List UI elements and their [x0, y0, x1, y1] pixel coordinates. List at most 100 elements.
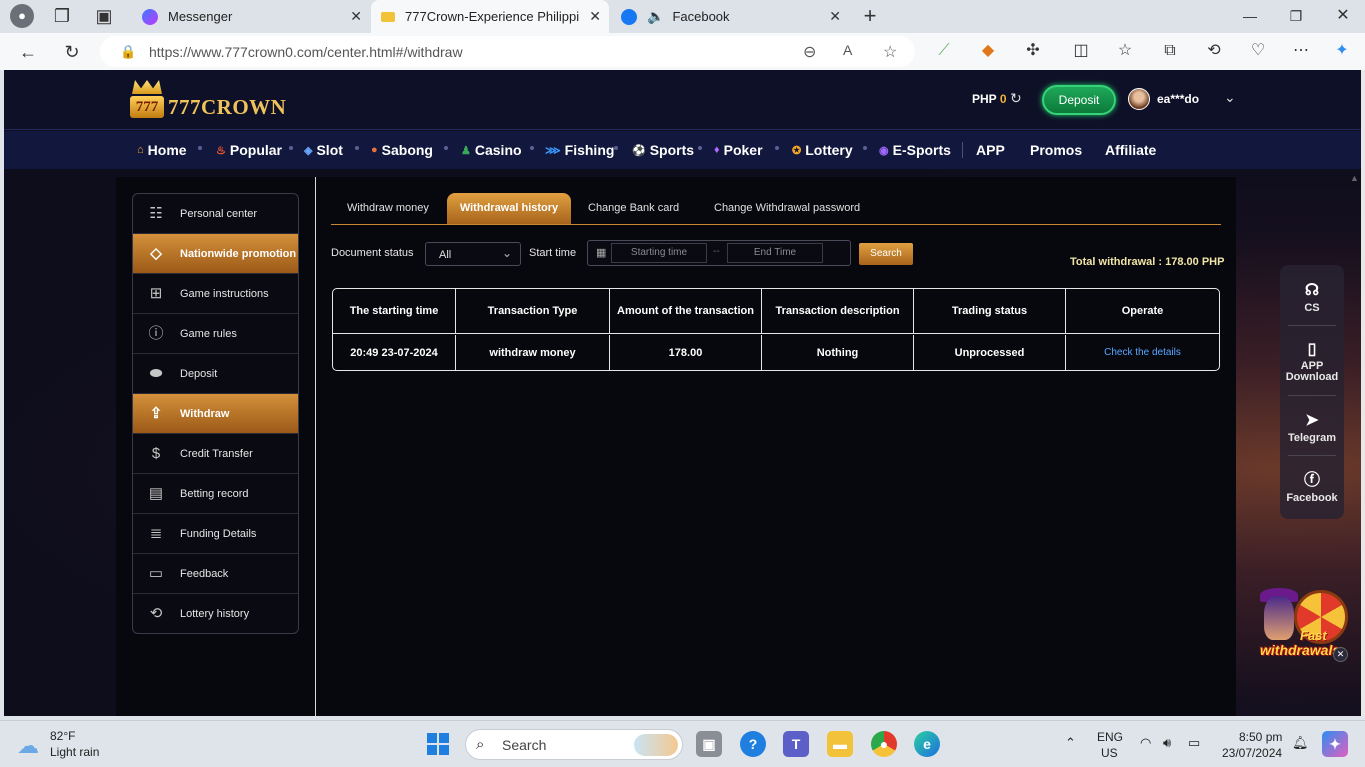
favorite-star-icon[interactable]: ☆: [883, 42, 897, 62]
refresh-icon[interactable]: ↻: [60, 40, 84, 64]
weather-description[interactable]: Light rain: [50, 745, 99, 759]
sidebar-item-game-rules[interactable]: ⓘ Game rules: [133, 314, 298, 354]
deposit-button[interactable]: Deposit: [1042, 85, 1116, 115]
weather-temperature[interactable]: 82°F: [50, 729, 75, 743]
sidebar-item-betting-record[interactable]: ▤ Betting record: [133, 474, 298, 514]
weather-cloud-icon[interactable]: ☁: [17, 733, 39, 759]
date-range-picker[interactable]: ▦ Starting time -- End Time: [587, 240, 851, 266]
tab-actions-icon[interactable]: ▣: [92, 4, 116, 28]
tab-withdrawal-history[interactable]: Withdrawal history: [447, 193, 571, 224]
nav-poker[interactable]: ♦ Poker: [714, 131, 763, 169]
nav-sabong[interactable]: ● Sabong: [371, 131, 433, 169]
clock-date[interactable]: 23/07/2024: [1222, 746, 1282, 760]
favorites-icon[interactable]: ☆: [1115, 41, 1135, 61]
nav-home[interactable]: ⌂ Home: [137, 131, 187, 169]
avatar[interactable]: [1128, 88, 1150, 110]
sidebar-item-funding-details[interactable]: ≣ Funding Details: [133, 514, 298, 554]
nav-sports[interactable]: ⚽ Sports: [632, 131, 694, 169]
profile-icon[interactable]: ●: [10, 4, 34, 28]
telegram-icon: ➤: [1305, 412, 1319, 429]
nav-affiliate[interactable]: Affiliate: [1105, 131, 1156, 169]
speaker-icon[interactable]: 🔈: [647, 8, 664, 25]
performance-icon[interactable]: ♡: [1248, 41, 1268, 61]
scroll-up-arrow-icon[interactable]: ▲: [1350, 173, 1359, 183]
sidebar-item-nationwide-promotion[interactable]: ◇ Nationwide promotion: [133, 234, 298, 274]
tab-change-withdrawal-password[interactable]: Change Withdrawal password: [714, 193, 860, 224]
tab-messenger[interactable]: Messenger ✕: [132, 0, 370, 33]
show-hidden-icons-icon[interactable]: ⌃: [1065, 735, 1076, 751]
tab-withdraw-money[interactable]: Withdraw money: [347, 193, 429, 224]
minimize-icon[interactable]: —: [1238, 4, 1262, 28]
nav-popular[interactable]: ♨ Popular: [216, 131, 282, 169]
zoom-icon[interactable]: ⊖: [803, 42, 816, 62]
back-icon[interactable]: ←: [16, 40, 40, 64]
new-tab-icon[interactable]: +: [858, 4, 882, 28]
copilot-taskbar-icon[interactable]: ✦: [1322, 731, 1348, 757]
tab-facebook[interactable]: 🔈 Facebook ✕: [611, 0, 849, 33]
page-scrollbar[interactable]: [1361, 70, 1365, 716]
tab-777crown[interactable]: 777Crown-Experience Philippines ✕: [371, 0, 609, 33]
language-indicator[interactable]: ENG: [1097, 730, 1123, 744]
history-icon[interactable]: ⟲: [1204, 41, 1224, 61]
read-aloud-icon[interactable]: A: [843, 42, 852, 58]
sidebar-item-withdraw[interactable]: ⇪ Withdraw: [133, 394, 298, 434]
telegram-button[interactable]: ➤ Telegram: [1280, 411, 1344, 444]
task-view-icon[interactable]: ▣: [696, 731, 722, 757]
region-indicator[interactable]: US: [1101, 746, 1118, 760]
nav-slot[interactable]: ◈ Slot: [304, 131, 343, 169]
sidebar-item-personal-center[interactable]: ☷ Personal center: [133, 194, 298, 234]
sidebar-item-feedback[interactable]: ▭ Feedback: [133, 554, 298, 594]
split-screen-icon[interactable]: ◫: [1071, 41, 1091, 61]
start-date-input[interactable]: Starting time: [611, 243, 707, 263]
nav-app[interactable]: APP: [976, 131, 1005, 169]
taskbar-search[interactable]: ⌕ Search: [465, 729, 683, 760]
extension-leaf-icon[interactable]: ⟋: [934, 41, 954, 61]
chevron-down-icon[interactable]: ⌄: [1224, 89, 1236, 106]
facebook-button[interactable]: ⓕ Facebook: [1280, 471, 1344, 504]
nav-casino[interactable]: ♟ Casino: [461, 131, 522, 169]
battery-icon[interactable]: ▭: [1188, 735, 1200, 751]
search-button[interactable]: Search: [859, 243, 913, 265]
end-date-input[interactable]: End Time: [727, 243, 823, 263]
close-promo-icon[interactable]: ✕: [1333, 647, 1348, 662]
chrome-icon[interactable]: ●: [871, 731, 897, 757]
username[interactable]: ea***do: [1157, 92, 1199, 106]
sidebar-item-lottery-history[interactable]: ⟲ Lottery history: [133, 594, 298, 633]
tab-change-bank-card[interactable]: Change Bank card: [588, 193, 679, 224]
url-field[interactable]: 🔒 https://www.777crown0.com/center.html#…: [100, 36, 915, 67]
close-tab-icon[interactable]: ✕: [589, 8, 601, 25]
wifi-icon[interactable]: ◠: [1140, 735, 1151, 751]
restore-icon[interactable]: ❐: [1284, 4, 1308, 28]
dealer-icon: ♟: [461, 144, 471, 157]
help-icon[interactable]: ?: [740, 731, 766, 757]
sidebar-item-credit-transfer[interactable]: $ Credit Transfer: [133, 434, 298, 474]
file-explorer-icon[interactable]: ▬: [827, 731, 853, 757]
nav-esports[interactable]: ◉ E-Sports: [879, 131, 951, 169]
nav-lottery[interactable]: ✪ Lottery: [792, 131, 853, 169]
app-download-button[interactable]: ▯ APP Download: [1280, 340, 1344, 383]
nav-fishing[interactable]: ⋙ Fishing: [545, 131, 614, 169]
document-status-select[interactable]: All ⌄: [425, 242, 521, 266]
clock-time[interactable]: 8:50 pm: [1239, 730, 1282, 744]
volume-icon[interactable]: 🔊︎: [1163, 735, 1171, 751]
copilot-icon[interactable]: ✦: [1332, 41, 1352, 61]
close-tab-icon[interactable]: ✕: [350, 8, 362, 25]
cs-button[interactable]: ☊ CS: [1280, 281, 1344, 314]
refresh-balance-icon[interactable]: ↻: [1010, 90, 1022, 107]
start-button[interactable]: [427, 733, 449, 755]
edge-icon[interactable]: e: [914, 731, 940, 757]
metamask-icon[interactable]: ◆: [978, 41, 998, 61]
close-window-icon[interactable]: ✕: [1331, 4, 1355, 28]
nav-promos[interactable]: Promos: [1030, 131, 1082, 169]
sidebar-item-game-instructions[interactable]: ⊞ Game instructions: [133, 274, 298, 314]
close-tab-icon[interactable]: ✕: [829, 8, 841, 25]
notification-bell-icon[interactable]: 🔔︎: [1292, 735, 1309, 751]
site-logo[interactable]: 777 777CROWN: [130, 78, 286, 120]
collections-icon[interactable]: ⧉: [1160, 41, 1180, 61]
workspaces-icon[interactable]: ❐: [50, 4, 74, 28]
teams-icon[interactable]: T: [783, 731, 809, 757]
more-menu-icon[interactable]: ⋯: [1291, 41, 1311, 61]
sidebar-item-deposit[interactable]: ⬬ Deposit: [133, 354, 298, 394]
check-details-link[interactable]: Check the details: [1066, 335, 1219, 370]
extensions-icon[interactable]: ✣: [1023, 41, 1043, 61]
